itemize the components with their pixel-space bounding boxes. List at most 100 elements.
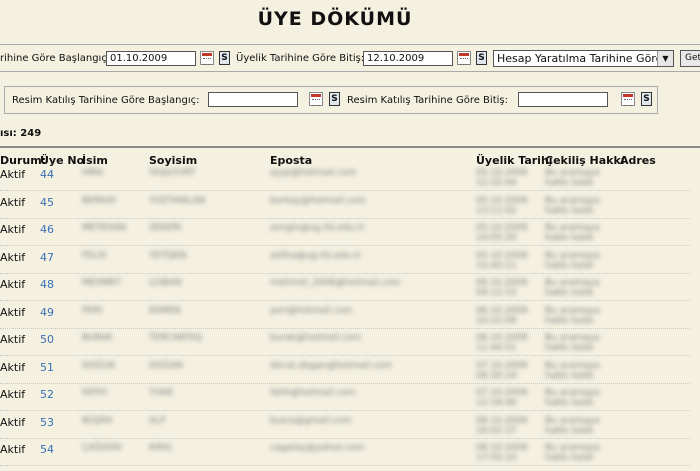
row-status: Aktif [0,305,26,319]
row-name: BURAK [82,333,113,343]
row-draw-right: Bu aramaya hakkı kaldı [545,168,600,188]
header-address: Adres [620,154,656,167]
table-row: Aktif 48 MEHMET ÇOBAN mehmet_2008@hotmail.co… [0,278,700,306]
row-draw-right: Bu aramaya hakkı kaldı [545,195,600,216]
row-member-no-link[interactable]: 49 [40,306,54,319]
row-member-no-link[interactable]: 50 [40,333,54,346]
start-date-label: rihine Göre Başlangıç: [0,53,111,64]
row-membership-date: 05.10.2009 15:40:11 [476,250,528,271]
row-membership-date: 06.10.2009 11:44:51 [476,333,528,353]
photo-start-label: Resim Katılış Tarihine Göre Başlangıç: [12,95,200,106]
row-email: ayşe@hotmail.com [270,168,357,178]
row-email: zengin@ug.itü.edu.tr [270,223,365,233]
photo-end-label: Resim Katılış Tarihine Göre Bitiş: [347,95,508,106]
row-membership-date: 06.10.2009 09:12:33 [476,278,528,298]
row-draw-right: Bu aramaya hakkı kaldı [545,305,600,326]
photo-start-input[interactable] [208,92,298,107]
row-separator [0,245,690,246]
sort-type-value: Hesap Yaratılma Tarihine Göre [497,52,663,65]
table-row: Aktif 50 BURAK TERCANTAŞ burak@hotmail.com 06… [0,333,700,361]
calendar-icon[interactable] [621,92,635,106]
row-separator [0,300,690,301]
table-row: Aktif 47 FELİX YETİŞEN zeliha@ug.itü.edu.tr 0… [0,251,700,279]
row-email: busra@gmail.com [270,415,352,426]
table-row: Aktif 44 HİRA YAŞILYURT ayşe@hotmail.com 05.1… [0,168,700,196]
row-surname: DOĞAN [149,360,183,371]
row-email: mehmet_2008@hotmail.com [270,278,401,288]
row-name: DOĞUK [82,360,116,371]
row-name: ÇAĞATAY [82,443,123,453]
row-status: Aktif [0,360,26,374]
row-email: peri@hotmail.com [270,305,353,316]
header-membership-date: Üyelik Tarihi [476,154,553,167]
end-date-label: Üyelik Tarihine Göre Bitiş: [236,53,365,64]
calendar-icon[interactable] [200,51,214,65]
start-date-s-button[interactable]: S [219,51,230,65]
row-status: Aktif [0,223,26,236]
row-draw-right: Bu aramaya hakkı kaldı [545,360,600,381]
row-name: FELİX [82,250,107,261]
row-name: BERKAY [82,195,117,206]
row-separator [0,327,690,329]
page-title: ÜYE DÖKÜMÜ [257,8,413,30]
row-member-no-link[interactable]: 48 [40,278,54,291]
end-date-s-button[interactable]: S [476,51,487,65]
photo-end-input[interactable] [518,92,608,107]
row-status: Aktif [0,415,26,429]
row-draw-right: Bu aramaya hakkı kaldı [545,333,600,353]
end-date-input[interactable]: 12.10.2009 [363,51,453,66]
table-row: Aktif 46 METEHAN ZEKERİ zengin@ug.itü.edu.tr… [0,223,700,251]
member-count: ısı: 249 [0,128,42,139]
row-draw-right: Bu aramaya hakkı kaldı [545,278,600,298]
row-surname: YETİŞEN [149,250,187,261]
header-draw-right: Çekiliş Hakkı [545,154,625,167]
row-member-no-link[interactable]: 53 [40,416,54,429]
calendar-icon[interactable] [457,51,471,65]
row-name: METEHAN [82,223,127,233]
row-membership-date: 05.10.2009 13:11:02 [476,195,528,216]
calendar-icon[interactable] [309,92,323,106]
row-membership-date: 05.10.2009 12:32:44 [476,168,528,188]
row-member-no-link[interactable]: 47 [40,251,54,264]
table-row: Aktif 45 BERKAY YÜZTANILAN berkay@hotmail.co… [0,196,700,224]
row-surname: TERCANTAŞ [149,333,202,343]
row-draw-right: Bu aramaya hakkı kaldı [545,443,600,463]
row-separator [0,465,690,466]
header-email: Eposta [270,154,313,167]
photo-start-s-button[interactable]: S [329,92,340,106]
row-status: Aktif [0,168,26,181]
row-draw-right: Bu aramaya hakkı kaldı [545,223,600,243]
photo-end-s-button[interactable]: S [641,92,652,106]
row-member-no-link[interactable]: 52 [40,388,54,401]
start-date-input[interactable]: 01.10.2009 [106,51,196,66]
row-membership-date: 08.10.2009 17:55:10 [476,443,528,463]
row-member-no-link[interactable]: 44 [40,168,54,181]
header-surname: Soyisim [149,154,198,167]
row-member-no-link[interactable]: 46 [40,223,54,236]
row-separator [0,190,690,191]
row-status: Aktif [0,388,26,401]
row-status: Aktif [0,195,26,209]
chevron-down-icon[interactable]: ▼ [657,51,673,66]
row-membership-date: 07.10.2009 12:18:46 [476,388,528,408]
row-draw-right: Bu aramaya hakkı kaldı [545,388,600,408]
sort-type-select[interactable]: Hesap Yaratılma Tarihine Göre ▼ [493,50,674,67]
row-member-no-link[interactable]: 45 [40,196,54,209]
row-draw-right: Bu aramaya hakkı kaldı [545,250,600,271]
get-button[interactable]: Getir [680,50,700,67]
row-member-no-link[interactable]: 51 [40,361,54,374]
row-surname: YAŞILYURT [149,168,196,178]
table-row: Aktif 54 ÇAĞATAY KIRIÇ cagatay@yahoo.com 08.1… [0,443,700,471]
row-separator [0,217,690,219]
row-surname: YÜZTANILAN [149,195,206,206]
row-email: cagatay@yahoo.com [270,443,365,453]
row-separator [0,355,690,356]
row-email: fatih@hotmail.com [270,388,356,398]
row-member-no-link[interactable]: 54 [40,443,54,456]
row-email: doruk.dogan@hotmail.com [270,360,392,371]
row-separator [0,272,690,274]
row-surname: TOKE [149,388,174,398]
row-draw-right: Bu aramaya hakkı kaldı [545,415,600,436]
row-surname: ÇOBAN [149,278,182,288]
row-status: Aktif [0,333,26,346]
